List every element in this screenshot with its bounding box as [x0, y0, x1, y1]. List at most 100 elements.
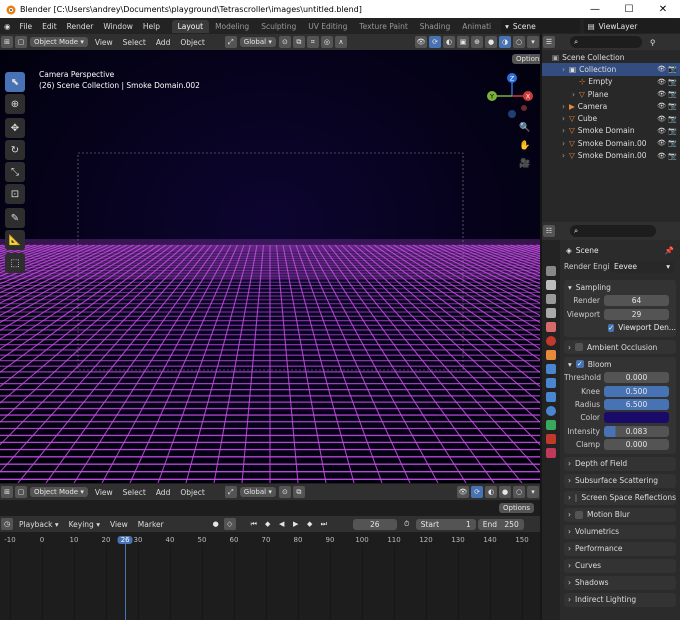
eye-icon[interactable]: 👁 — [657, 78, 666, 86]
snap-icon-2[interactable]: ⧉ — [292, 486, 305, 498]
eye-icon[interactable]: 👁 — [657, 139, 666, 147]
outliner[interactable]: ▣ Scene Collection › ▣ Collection 👁 📷 ⊹ Empty… — [542, 50, 680, 222]
properties-search-input[interactable]: ⌕ — [570, 225, 656, 237]
zoom-icon[interactable]: 🔍 — [519, 123, 530, 133]
constraints-tab-icon[interactable] — [546, 406, 556, 416]
orientation-dropdown-2[interactable]: Global ▾ — [239, 487, 276, 497]
menu-edit[interactable]: Edit — [37, 22, 62, 31]
collapsed-panel[interactable]: › Performance — [564, 541, 676, 556]
menu-window[interactable]: Window — [98, 22, 138, 31]
3d-viewport[interactable]: Camera Perspective (26) Scene Collection… — [0, 50, 540, 483]
menu-object[interactable]: Object — [175, 38, 209, 47]
outliner-item[interactable]: › ▣ Collection 👁 📷 — [542, 63, 680, 76]
tool-tab-icon[interactable] — [546, 266, 556, 276]
eye-icon[interactable]: 👁 — [657, 115, 666, 123]
collapsed-panel[interactable]: › Volumetrics — [564, 524, 676, 539]
blender-menu-icon[interactable]: ◉ — [0, 22, 15, 31]
rendered-shading-icon-2[interactable]: ○ — [513, 486, 525, 498]
data-tab-icon[interactable] — [546, 420, 556, 430]
outliner-item[interactable]: › ▶ Camera 👁 📷 — [542, 100, 680, 112]
bloom-knee-field[interactable]: 0.500 — [604, 385, 669, 397]
tab-texture-paint[interactable]: Texture Paint — [353, 20, 413, 33]
output-tab-icon[interactable] — [546, 294, 556, 304]
menu-view[interactable]: View — [90, 38, 118, 47]
material-shading-icon[interactable]: ◑ — [499, 36, 511, 48]
particles-tab-icon[interactable] — [546, 378, 556, 388]
bloom-intensity-field[interactable]: 0.083 — [604, 425, 669, 437]
material-tab-icon[interactable] — [546, 434, 556, 444]
render-engine-dropdown[interactable]: Eevee ▾ — [610, 260, 674, 273]
tab-sculpting[interactable]: Sculpting — [255, 20, 302, 33]
menu-render[interactable]: Render — [62, 22, 99, 31]
proportional-edit-icon[interactable]: ◎ — [320, 36, 333, 48]
falloff-icon[interactable]: ∧ — [334, 36, 347, 48]
viewport-denoising-checkbox[interactable]: ✓ Viewport Den... — [564, 321, 676, 334]
expand-arrow-icon[interactable]: › — [562, 126, 569, 135]
timeline-ruler[interactable]: -10 0 10 20 26 30 40 50 60 70 80 90 100 110 120 130 140 1… — [0, 516, 540, 620]
options-button-2[interactable]: Options — [498, 503, 534, 513]
orientation-icon[interactable]: ⤢ — [224, 36, 237, 48]
rotate-tool-icon[interactable]: ↻ — [5, 140, 25, 160]
snap-target-icon[interactable]: ⌗ — [306, 36, 319, 48]
orientation-dropdown[interactable]: Global ▾ — [239, 37, 276, 47]
collapsed-panel[interactable]: › Shadows — [564, 575, 676, 590]
outliner-root[interactable]: ▣ Scene Collection — [542, 51, 680, 63]
snap-icon[interactable]: ⧉ — [292, 36, 305, 48]
collapsed-panel[interactable]: › Depth of Field — [564, 456, 676, 471]
expand-arrow-icon[interactable]: › — [562, 139, 569, 148]
eye-icon[interactable]: 👁 — [657, 127, 666, 135]
outliner-search-input[interactable]: ⌕ — [570, 36, 642, 48]
outliner-item[interactable]: › ▽ Cube 👁 📷 — [542, 112, 680, 124]
tab-uv-editing[interactable]: UV Editing — [302, 20, 353, 33]
navigation-gizmo[interactable]: Z Y X — [484, 68, 540, 132]
orientation-icon-2[interactable]: ⤢ — [224, 486, 237, 498]
menu-help[interactable]: Help — [138, 22, 165, 31]
bloom-header[interactable]: ▾ ✓ Bloom — [564, 357, 676, 371]
view-layer-selector[interactable]: ▤ ViewLayer — [583, 19, 680, 33]
editor-type-icon[interactable]: ⊞ — [1, 36, 13, 48]
overlay-icon-2[interactable]: ◐ — [485, 486, 497, 498]
menu-file[interactable]: File — [15, 22, 38, 31]
ambient-occlusion-panel[interactable]: › Ambient Occlusion — [564, 340, 676, 355]
render-camera-icon[interactable]: 📷 — [668, 65, 677, 73]
scale-tool-icon[interactable]: ⤡ — [5, 162, 25, 182]
properties-panel[interactable]: ◈ Scene 📌 Render Engin Eevee ▾ ▾ Sampling … — [542, 240, 680, 620]
rendered-shading-icon[interactable]: ○ — [513, 36, 525, 48]
pivot-icon[interactable]: ⊙ — [278, 36, 291, 48]
tab-layout[interactable]: Layout — [171, 19, 210, 33]
eye-icon[interactable]: 👁 — [657, 90, 666, 98]
world-tab-icon[interactable] — [546, 336, 556, 346]
render-camera-icon[interactable]: 📷 — [668, 127, 677, 135]
modifier-tab-icon[interactable] — [546, 364, 556, 374]
eye-icon[interactable]: 👁 — [657, 152, 666, 160]
collapsed-panel[interactable]: › Screen Space Reflections — [564, 490, 676, 505]
menu-object-2[interactable]: Object — [175, 488, 209, 497]
visibility-icon[interactable]: 👁 — [415, 36, 427, 48]
wireframe-shading-icon[interactable]: ⊕ — [471, 36, 483, 48]
camera-view-icon[interactable]: 🎥 — [519, 159, 530, 169]
menu-select[interactable]: Select — [118, 38, 151, 47]
measure-tool-icon[interactable]: 📐 — [5, 230, 25, 250]
render-tab-icon[interactable] — [546, 280, 556, 290]
outliner-item[interactable]: › ▽ Plane 👁 📷 — [542, 88, 680, 100]
solid-shading-icon-2[interactable]: ● — [499, 486, 511, 498]
editor-type-icon-2[interactable]: ⊞ — [1, 486, 13, 498]
physics-tab-icon[interactable] — [546, 392, 556, 402]
scene-selector[interactable]: ▾ Scene — [501, 19, 580, 33]
select-tool-icon[interactable]: ⬉ — [5, 72, 25, 92]
expand-arrow-icon[interactable]: › — [562, 65, 569, 74]
outliner-item[interactable]: › ▽ Smoke Domain.00 👁 📷 — [542, 149, 680, 161]
expand-arrow-icon[interactable]: › — [562, 102, 569, 111]
move-tool-icon[interactable]: ✥ — [5, 118, 25, 138]
shading-options-icon-2[interactable]: ▾ — [527, 486, 539, 498]
shading-options-icon[interactable]: ▾ — [527, 36, 539, 48]
bloom-threshold-field[interactable]: 0.000 — [604, 372, 669, 384]
menu-add-2[interactable]: Add — [151, 488, 176, 497]
options-button[interactable]: Options — [510, 54, 540, 64]
playhead[interactable] — [125, 544, 127, 620]
visibility-icon-2[interactable]: 👁 — [457, 486, 469, 498]
render-camera-icon[interactable]: 📷 — [668, 102, 677, 110]
object-tab-icon[interactable] — [546, 350, 556, 360]
add-cube-tool-icon[interactable]: ⬚ — [5, 253, 25, 273]
menu-view-2[interactable]: View — [90, 488, 118, 497]
